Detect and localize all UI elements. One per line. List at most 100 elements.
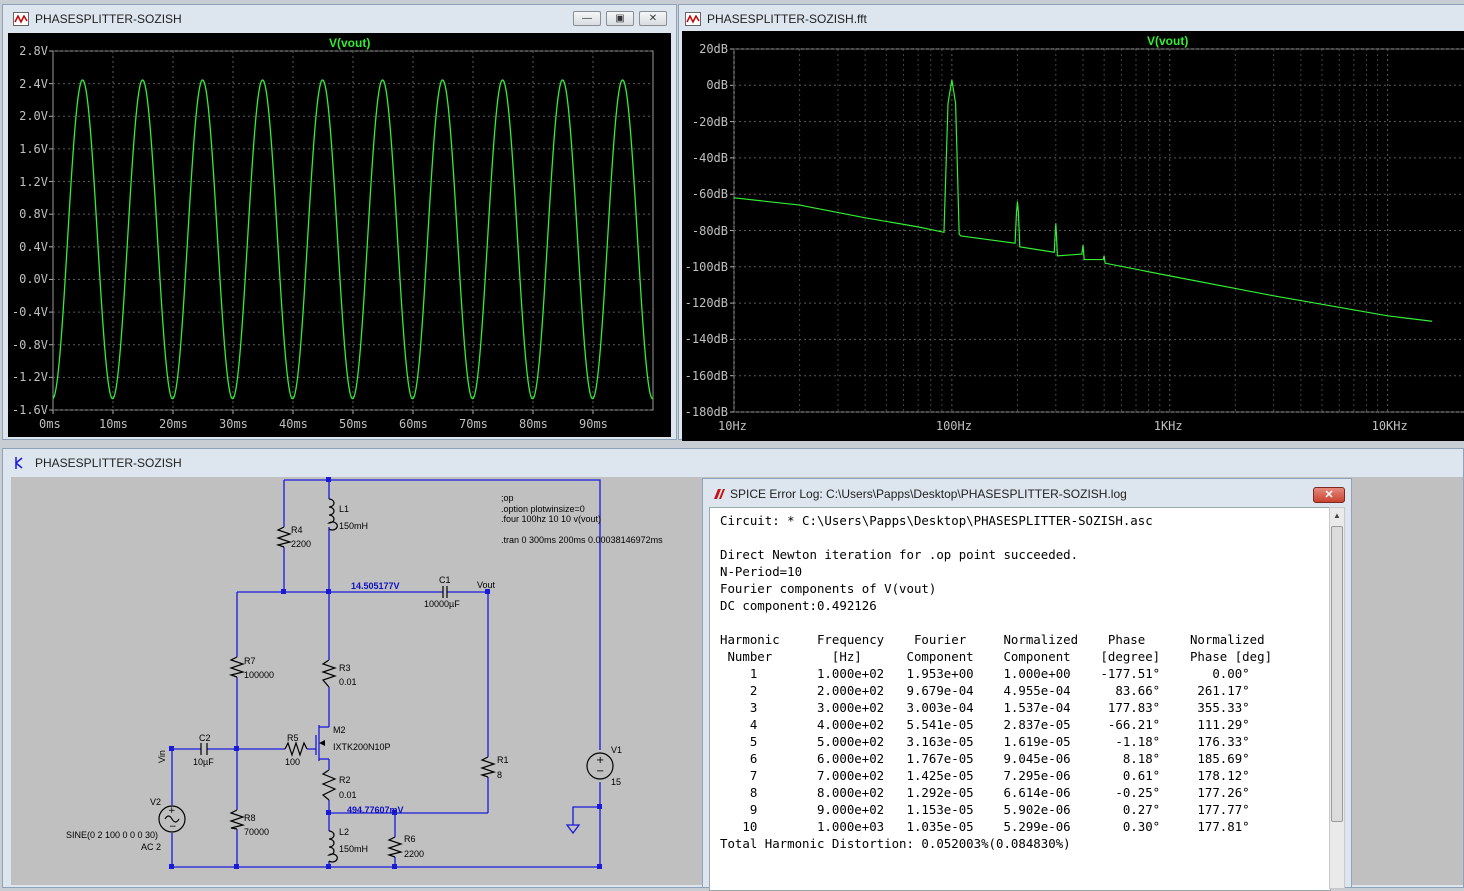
r5-label: R5	[287, 733, 299, 743]
r7-label: R7	[244, 656, 256, 666]
directive-line: ;op	[501, 493, 514, 503]
x-tick-label: 0ms	[39, 417, 61, 431]
window-title: PHASESPLITTER-SOZISH.fft	[707, 12, 867, 26]
y-tick-label: -1.2V	[11, 370, 48, 385]
log-text: Circuit: * C:\Users\Papps\Desktop\PHASES…	[720, 512, 1272, 852]
svg-text:−: −	[596, 766, 604, 777]
close-button[interactable]: ✕	[1313, 487, 1345, 503]
waveform-icon	[685, 12, 701, 26]
x-tick-label: 50ms	[339, 417, 368, 431]
transient-plot-svg	[49, 50, 654, 414]
node-voltage-label: 494.77607mV	[347, 805, 404, 815]
c1-label: C1	[439, 575, 451, 585]
l1-value: 150mH	[339, 521, 369, 531]
log-line: Fourier components of V(vout)	[720, 581, 937, 596]
y-tick-label: -180dB	[684, 405, 728, 419]
y-tick-label: 1.2V	[19, 174, 48, 189]
transient-plot-window[interactable]: PHASESPLITTER-SOZISH — ▣ ✕ V(vout) 2.8V 2…	[2, 4, 677, 440]
log-content[interactable]: Circuit: * C:\Users\Papps\Desktop\PHASES…	[709, 507, 1331, 891]
l1-label: L1	[339, 504, 350, 514]
y-tick-label: -80dB	[691, 223, 728, 238]
minimize-icon: —	[582, 13, 592, 24]
vin-label: Vin	[157, 750, 167, 763]
maximize-button[interactable]: ▣	[606, 11, 634, 26]
v1-value: 15	[611, 777, 622, 787]
r4-label: R4	[291, 525, 303, 535]
r2-label: R2	[339, 775, 351, 785]
y-tick-label: 2.4V	[19, 76, 48, 91]
r3-label: R3	[339, 663, 351, 673]
log-line: 6 6.000e+02 1.767e-05 9.045e-06 8.18° 18…	[720, 751, 1250, 766]
x-tick-label: 90ms	[579, 417, 608, 431]
log-line: 3 3.000e+02 3.003e-04 1.537e-04 177.83° …	[720, 700, 1250, 715]
close-icon: ✕	[1324, 489, 1334, 501]
x-tick-label: 100Hz	[935, 419, 972, 433]
m2-label: M2	[333, 725, 346, 735]
log-line: Number [Hz] Component Component [degree]…	[720, 649, 1273, 664]
minimize-button[interactable]: —	[573, 11, 601, 26]
error-log-window[interactable]: SPICE Error Log: C:\Users\Papps\Desktop\…	[702, 478, 1352, 891]
x-tick-label: 60ms	[399, 417, 428, 431]
r8-label: R8	[244, 813, 256, 823]
y-tick-label: 0.8V	[19, 207, 48, 222]
transient-plot-area[interactable]: V(vout) 2.8V 2.4V 2.0V 1.6V 1.2V 0.8V 0.4V 0.0V…	[8, 33, 671, 437]
fft-plot-window[interactable]: PHASESPLITTER-SOZISH.fft V(vout) 20dB 0dB…	[678, 4, 1464, 441]
y-tick-label: 0dB	[706, 78, 728, 93]
r1-label: R1	[497, 755, 509, 765]
fft-window-titlebar[interactable]: PHASESPLITTER-SOZISH.fft	[679, 5, 1464, 33]
log-line: 4 4.000e+02 5.541e-05 2.837e-05 -66.21° …	[720, 717, 1250, 732]
x-tick-label: 1KHz	[1153, 419, 1183, 433]
svg-text:−: −	[169, 822, 177, 832]
x-tick-label: 70ms	[459, 417, 488, 431]
directive-line: .tran 0 300ms 200ms 0.00038146972ms	[501, 534, 663, 545]
close-button[interactable]: ✕	[639, 11, 667, 26]
y-tick-label: -40dB	[691, 150, 728, 165]
y-tick-label: -120dB	[684, 296, 728, 311]
svg-text:+: +	[168, 806, 176, 816]
fft-plot-area[interactable]: V(vout) 20dB 0dB -20dB -40dB -60dB -80dB -100d…	[682, 31, 1464, 441]
waveform-icon	[13, 12, 29, 26]
v2-ac-value: AC 2	[141, 842, 162, 852]
r6-label: R6	[404, 834, 416, 844]
close-icon: ✕	[648, 13, 658, 24]
log-scrollbar[interactable]: ▲	[1329, 507, 1345, 889]
x-tick-label: 10ms	[99, 417, 128, 431]
schematic-window-titlebar[interactable]: PHASESPLITTER-SOZISH	[3, 449, 1463, 477]
spice-directives[interactable]: ;op .option plotwinsize=0 .four 100hz 10…	[501, 493, 663, 545]
m2-value: IXTK200N10P	[333, 742, 391, 752]
x-tick-label: 10KHz	[1371, 419, 1408, 433]
scroll-up-button[interactable]: ▲	[1330, 508, 1344, 524]
c1-value: 10000µF	[424, 599, 460, 609]
scroll-thumb[interactable]	[1331, 526, 1343, 822]
maximize-icon: ▣	[615, 13, 625, 24]
y-tick-label: -160dB	[684, 368, 728, 383]
y-tick-label: -60dB	[691, 187, 728, 202]
x-tick-label: 20ms	[159, 417, 188, 431]
log-line: 5 5.000e+02 3.163e-05 1.619e-05 -1.18° 1…	[720, 734, 1250, 749]
log-line: 7 7.000e+02 1.425e-05 7.295e-06 0.61° 17…	[720, 768, 1250, 783]
x-tick-label: 40ms	[279, 417, 308, 431]
x-tick-label: 80ms	[519, 417, 548, 431]
svg-text:+: +	[596, 755, 604, 766]
directive-line	[501, 525, 663, 535]
log-line: DC component:0.492126	[720, 598, 877, 613]
y-tick-label: -0.4V	[11, 305, 48, 320]
log-line: Total Harmonic Distortion: 0.052003%(0.0…	[720, 836, 1071, 851]
v2-label: V2	[150, 797, 162, 807]
y-tick-label: -140dB	[684, 332, 728, 347]
y-tick-label: -100dB	[684, 259, 728, 274]
window-title: PHASESPLITTER-SOZISH	[35, 12, 182, 26]
r3-value: 0.01	[339, 677, 357, 687]
error-log-titlebar[interactable]: SPICE Error Log: C:\Users\Papps\Desktop\…	[703, 479, 1351, 509]
log-line: 1 1.000e+02 1.953e+00 1.000e+00 -177.51°…	[720, 666, 1250, 681]
y-tick-label: -1.6V	[11, 403, 48, 417]
l2-value: 150mH	[339, 844, 369, 854]
l2-label: L2	[339, 827, 350, 837]
y-tick-label: 0.0V	[19, 272, 48, 287]
r8-value: 70000	[244, 827, 270, 837]
log-line: Harmonic Frequency Fourier Normalized Ph…	[720, 632, 1265, 647]
y-tick-label: -20dB	[691, 114, 728, 129]
r5-value: 100	[285, 757, 301, 767]
